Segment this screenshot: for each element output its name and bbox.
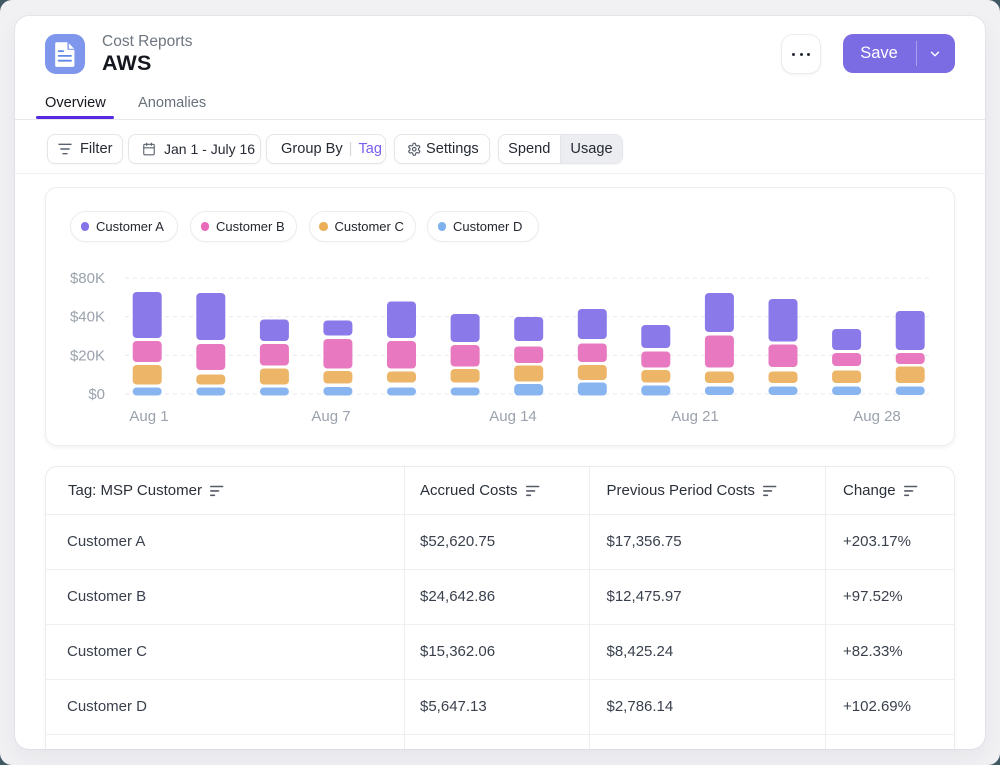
- svg-text:Aug 14: Aug 14: [489, 408, 537, 425]
- svg-text:$0: $0: [88, 386, 105, 403]
- svg-text:$20K: $20K: [70, 347, 105, 364]
- svg-text:Aug 28: Aug 28: [853, 408, 901, 425]
- svg-text:Aug 21: Aug 21: [671, 408, 719, 425]
- svg-text:Aug 7: Aug 7: [311, 408, 350, 425]
- svg-text:$80K: $80K: [70, 270, 105, 287]
- svg-text:Aug 1: Aug 1: [129, 408, 168, 425]
- svg-text:$40K: $40K: [70, 309, 105, 326]
